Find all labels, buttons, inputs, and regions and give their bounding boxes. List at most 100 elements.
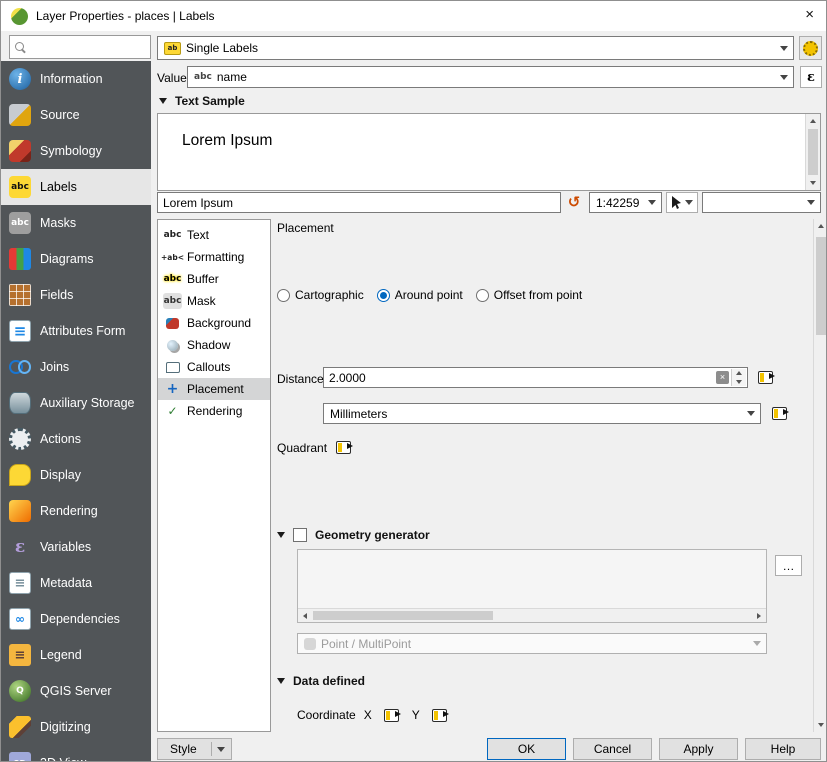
tab-buffer[interactable]: Buffer bbox=[158, 268, 270, 290]
scrollbar-thumb[interactable] bbox=[808, 129, 818, 175]
quadrant-override-button[interactable] bbox=[331, 435, 355, 459]
sidebar-item-digitizing[interactable]: Digitizing bbox=[1, 709, 151, 745]
data-defined-override-icon bbox=[772, 407, 787, 420]
sidebar-item-diagrams[interactable]: Diagrams bbox=[1, 241, 151, 277]
chevron-down-icon bbox=[748, 635, 765, 652]
reset-sample-text-button[interactable]: ↺ bbox=[563, 192, 585, 213]
distance-input[interactable] bbox=[324, 371, 747, 385]
radio-around-point[interactable]: Around point bbox=[377, 288, 463, 302]
tab-shadow[interactable]: Shadow bbox=[158, 334, 270, 356]
tab-placement[interactable]: Placement bbox=[158, 378, 270, 400]
reset-sample-icon: ↺ bbox=[568, 195, 581, 210]
distance-override-button[interactable] bbox=[753, 365, 777, 389]
placement-panel-scrollbar[interactable] bbox=[813, 219, 827, 732]
distance-units-combo[interactable]: Millimeters bbox=[323, 403, 761, 424]
sidebar-item-information[interactable]: Information bbox=[1, 61, 151, 97]
auxiliary-storage-icon bbox=[9, 392, 31, 414]
data-defined-expander[interactable]: Data defined bbox=[277, 674, 365, 688]
sidebar-item-qgis-server[interactable]: QGIS Server bbox=[1, 673, 151, 709]
sample-text-input[interactable] bbox=[158, 196, 560, 210]
sidebar-item-label: Joins bbox=[40, 360, 69, 374]
sidebar-item-symbology[interactable]: Symbology bbox=[1, 133, 151, 169]
sidebar-item-legend[interactable]: Legend bbox=[1, 637, 151, 673]
radio-offset-from-point[interactable]: Offset from point bbox=[476, 288, 582, 302]
data-defined-override-icon bbox=[384, 709, 399, 722]
tab-mask[interactable]: Mask bbox=[158, 290, 270, 312]
label-mode-combo[interactable]: Single Labels bbox=[157, 36, 794, 60]
tab-rendering[interactable]: Rendering bbox=[158, 400, 270, 422]
expression-browse-button[interactable]: … bbox=[775, 555, 802, 576]
coordinate-label: Coordinate bbox=[297, 708, 356, 722]
sidebar-item-variables[interactable]: Variables bbox=[1, 529, 151, 565]
single-labels-icon bbox=[164, 42, 181, 55]
geometry-generator-expander[interactable]: Geometry generator bbox=[277, 528, 430, 542]
sidebar-item-label: Fields bbox=[40, 288, 73, 302]
sidebar-item-display[interactable]: Display bbox=[1, 457, 151, 493]
expander-triangle-icon bbox=[277, 532, 285, 538]
tab-text[interactable]: Text bbox=[158, 224, 270, 246]
preview-scrollbar[interactable] bbox=[805, 114, 820, 190]
variables-icon bbox=[9, 536, 31, 558]
expression-hscrollbar[interactable] bbox=[298, 608, 766, 622]
sidebar-item-auxiliary-storage[interactable]: Auxiliary Storage bbox=[1, 385, 151, 421]
tab-label: Mask bbox=[187, 294, 216, 308]
sidebar-item-labels[interactable]: Labels bbox=[1, 169, 151, 205]
clear-value-icon[interactable]: × bbox=[716, 371, 729, 384]
sidebar-item-label: Labels bbox=[40, 180, 77, 194]
scroll-left-icon[interactable] bbox=[298, 609, 312, 622]
coordinate-x-override-button[interactable] bbox=[380, 703, 404, 727]
style-menu-button[interactable]: Style bbox=[157, 738, 232, 760]
tab-formatting[interactable]: Formatting bbox=[158, 246, 270, 268]
ok-button[interactable]: OK bbox=[487, 738, 566, 760]
shadow-icon bbox=[163, 337, 182, 353]
units-override-button[interactable] bbox=[767, 401, 791, 425]
expression-builder-button[interactable]: ε bbox=[800, 66, 822, 88]
spin-down-icon[interactable] bbox=[732, 378, 746, 387]
sample-background-combo[interactable] bbox=[702, 192, 821, 213]
scroll-down-icon[interactable] bbox=[814, 718, 827, 732]
help-button[interactable]: Help bbox=[745, 738, 821, 760]
cancel-button[interactable]: Cancel bbox=[573, 738, 652, 760]
chevron-down-icon bbox=[643, 194, 660, 211]
apply-button[interactable]: Apply bbox=[659, 738, 738, 760]
search-input[interactable] bbox=[31, 40, 145, 54]
background-icon bbox=[163, 315, 182, 331]
tab-callouts[interactable]: Callouts bbox=[158, 356, 270, 378]
geometry-generator-expression-area bbox=[297, 549, 767, 623]
scroll-up-icon[interactable] bbox=[814, 219, 827, 233]
sidebar-item-dependencies[interactable]: Dependencies bbox=[1, 601, 151, 637]
sidebar-item-rendering[interactable]: Rendering bbox=[1, 493, 151, 529]
spin-up-icon[interactable] bbox=[732, 369, 746, 378]
scrollbar-thumb[interactable] bbox=[313, 611, 493, 620]
sidebar-item-masks[interactable]: Masks bbox=[1, 205, 151, 241]
sidebar-item-actions[interactable]: Actions bbox=[1, 421, 151, 457]
style-button-label: Style bbox=[170, 742, 197, 756]
set-from-canvas-button[interactable] bbox=[666, 192, 698, 213]
scroll-down-icon[interactable] bbox=[806, 176, 820, 190]
scroll-up-icon[interactable] bbox=[806, 114, 820, 128]
radio-circle-icon bbox=[476, 289, 489, 302]
preview-text: Lorem Ipsum bbox=[182, 132, 272, 150]
preview-scale-combo[interactable]: 1:42259 bbox=[589, 192, 662, 213]
coordinate-y-override-button[interactable] bbox=[428, 703, 452, 727]
sidebar-item-attributes-form[interactable]: Attributes Form bbox=[1, 313, 151, 349]
automated-placement-settings-button[interactable] bbox=[799, 36, 822, 60]
close-button[interactable]: × bbox=[805, 6, 814, 24]
tab-background[interactable]: Background bbox=[158, 312, 270, 334]
sidebar-item-label: Legend bbox=[40, 648, 82, 662]
value-label: Value bbox=[157, 71, 187, 85]
geometry-generator-checkbox[interactable] bbox=[293, 528, 307, 542]
sidebar-item-joins[interactable]: Joins bbox=[1, 349, 151, 385]
text-sample-expander[interactable]: Text Sample bbox=[159, 94, 245, 108]
value-field-combo[interactable]: name bbox=[187, 66, 794, 88]
sidebar-item-source[interactable]: Source bbox=[1, 97, 151, 133]
sidebar-item-3d-view[interactable]: 3D View bbox=[1, 745, 151, 761]
radio-cartographic[interactable]: Cartographic bbox=[277, 288, 364, 302]
sidebar-item-fields[interactable]: Fields bbox=[1, 277, 151, 313]
scrollbar-thumb[interactable] bbox=[816, 237, 826, 335]
window-title: Layer Properties - places | Labels bbox=[36, 9, 215, 23]
scroll-right-icon[interactable] bbox=[752, 609, 766, 622]
sidebar-item-metadata[interactable]: Metadata bbox=[1, 565, 151, 601]
distance-label: Distance bbox=[277, 372, 324, 386]
legend-icon bbox=[9, 644, 31, 666]
